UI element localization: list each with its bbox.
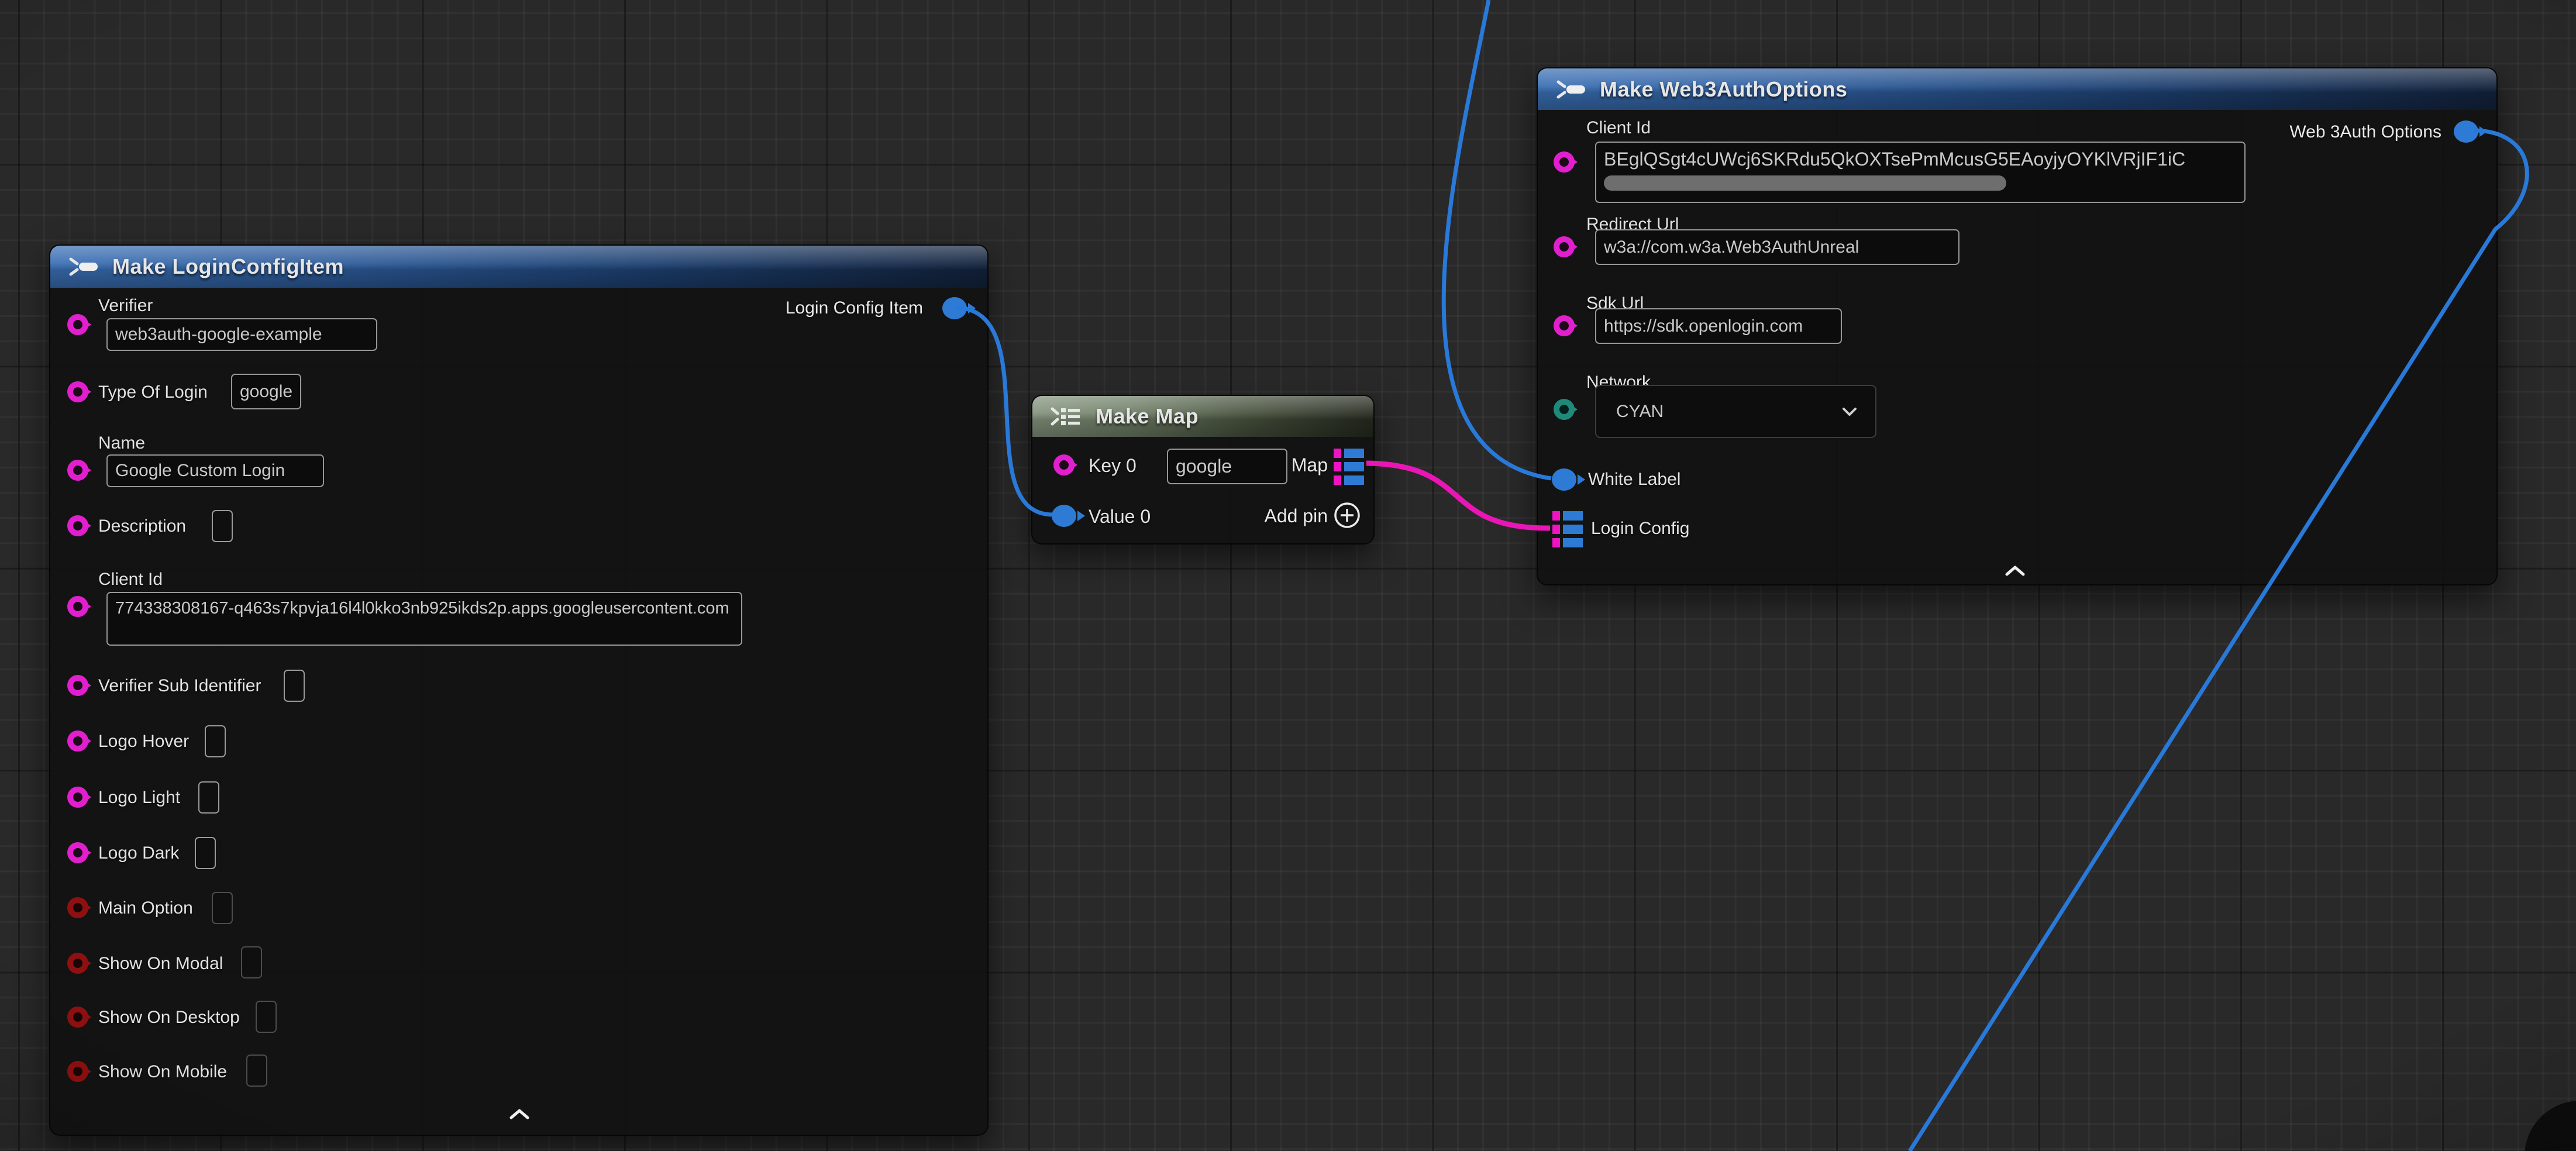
node-header[interactable]: Make LoginConfigItem <box>50 246 987 288</box>
pin-show-on-mobile[interactable] <box>67 1061 88 1082</box>
pin-label-description: Description <box>98 516 186 536</box>
client-id-text: BEglQSgt4cUWcj6SKRdu5QkOXTsePmMcusG5EAoy… <box>1604 149 2237 170</box>
pin-description[interactable] <box>67 515 88 536</box>
node-make-web3auth-options[interactable]: Make Web3AuthOptions Web 3Auth Options C… <box>1537 67 2498 585</box>
pin-client-id[interactable] <box>67 596 88 617</box>
show-on-modal-checkbox[interactable] <box>241 946 262 978</box>
logo-dark-input[interactable] <box>195 837 216 869</box>
pin-label-show-on-mobile: Show On Mobile <box>98 1062 227 1082</box>
node-header[interactable]: Make Web3AuthOptions <box>1538 68 2496 110</box>
main-option-checkbox[interactable] <box>212 892 233 924</box>
pin-verifier-sub-identifier[interactable] <box>67 675 88 696</box>
wire-offscreen-to-white-label <box>1444 0 1551 478</box>
chevron-down-icon <box>1841 406 1858 417</box>
pin-name[interactable] <box>67 460 88 481</box>
redirect-url-input[interactable]: w3a://com.w3a.Web3AuthUnreal <box>1595 229 1959 265</box>
pin-logo-light[interactable] <box>67 787 88 808</box>
sdk-url-input[interactable]: https://sdk.openlogin.com <box>1595 308 1842 344</box>
pin-label-logo-dark: Logo Dark <box>98 843 179 863</box>
verifier-sub-identifier-input[interactable] <box>284 670 305 702</box>
output-pin-web3auth-options[interactable] <box>2454 120 2478 143</box>
pin-label-name: Name <box>98 433 145 453</box>
output-pin-login-config-item[interactable] <box>942 297 967 319</box>
output-pin-label: Map <box>1292 454 1328 476</box>
client-id-input[interactable]: 774338308167-q463s7kpvja16l4l0kko3nb925i… <box>106 592 742 646</box>
wire-map-to-login-config <box>1366 463 1550 528</box>
node-title: Make Map <box>1096 404 1199 429</box>
pin-logo-hover[interactable] <box>67 730 88 752</box>
pin-sdk-url[interactable] <box>1554 315 1575 336</box>
pin-label-logo-hover: Logo Hover <box>98 732 189 752</box>
pin-login-config[interactable] <box>1552 511 1583 547</box>
make-map-icon <box>1049 404 1083 429</box>
collapse-chevron-icon[interactable] <box>508 1108 531 1121</box>
pin-logo-dark[interactable] <box>67 842 88 863</box>
offscreen-node-corner[interactable] <box>2525 1101 2576 1151</box>
make-struct-icon <box>67 254 99 280</box>
pin-label-value-0: Value 0 <box>1089 506 1151 528</box>
node-make-login-config-item[interactable]: Make LoginConfigItem Login Config Item V… <box>49 244 989 1136</box>
collapse-chevron-icon[interactable] <box>2004 564 2026 577</box>
key-0-input[interactable]: google <box>1167 449 1287 484</box>
pin-redirect-url[interactable] <box>1554 236 1575 257</box>
description-input[interactable] <box>212 510 233 542</box>
client-id-scrollbar[interactable] <box>1604 175 2006 191</box>
blueprint-canvas[interactable]: Make LoginConfigItem Login Config Item V… <box>0 0 2576 1151</box>
pin-client-id[interactable] <box>1554 151 1575 173</box>
pin-network[interactable] <box>1554 399 1575 420</box>
verifier-input[interactable]: web3auth-google-example <box>106 318 377 351</box>
logo-hover-input[interactable] <box>205 725 226 757</box>
network-dropdown-value: CYAN <box>1616 402 1664 422</box>
output-pin-label: Web 3Auth Options <box>2289 122 2441 142</box>
node-title: Make Web3AuthOptions <box>1600 77 1847 102</box>
show-on-desktop-checkbox[interactable] <box>256 1001 277 1033</box>
pin-label-client-id: Client Id <box>1586 118 1651 138</box>
pin-verifier[interactable] <box>67 314 88 335</box>
pin-label-login-config: Login Config <box>1591 519 1689 539</box>
network-dropdown[interactable]: CYAN <box>1595 385 1876 438</box>
pin-label-verifier: Verifier <box>98 296 153 316</box>
pin-key-0[interactable] <box>1053 454 1075 475</box>
pin-show-on-desktop[interactable] <box>67 1007 88 1028</box>
logo-light-input[interactable] <box>198 781 219 814</box>
pin-label-client-id: Client Id <box>98 570 163 590</box>
pin-type-of-login[interactable] <box>67 381 88 402</box>
name-input[interactable]: Google Custom Login <box>106 454 324 487</box>
pin-value-0[interactable] <box>1052 505 1076 527</box>
node-title: Make LoginConfigItem <box>112 254 344 279</box>
pin-label-show-on-desktop: Show On Desktop <box>98 1008 240 1028</box>
pin-main-option[interactable] <box>67 897 88 918</box>
type-of-login-input[interactable]: google <box>231 374 301 409</box>
show-on-mobile-checkbox[interactable] <box>246 1054 267 1087</box>
pin-label-main-option: Main Option <box>98 898 193 918</box>
pin-label-logo-light: Logo Light <box>98 788 180 808</box>
make-struct-icon <box>1554 77 1587 102</box>
pin-label-key-0: Key 0 <box>1089 455 1137 477</box>
node-header[interactable]: Make Map <box>1032 396 1373 437</box>
pin-label-verifier-sub-identifier: Verifier Sub Identifier <box>98 676 261 696</box>
output-pin-map[interactable] <box>1334 449 1364 485</box>
pin-show-on-modal[interactable] <box>67 953 88 974</box>
pin-label-show-on-modal: Show On Modal <box>98 954 223 974</box>
pin-label-type-of-login: Type Of Login <box>98 382 208 402</box>
pin-white-label[interactable] <box>1552 468 1576 491</box>
output-pin-label: Login Config Item <box>786 298 923 318</box>
client-id-input[interactable]: BEglQSgt4cUWcj6SKRdu5QkOXTsePmMcusG5EAoy… <box>1595 142 2246 203</box>
pin-label-white-label: White Label <box>1588 470 1680 490</box>
node-make-map[interactable]: Make Map Key 0 google Map Value 0 Add pi… <box>1031 395 1375 545</box>
add-pin-label[interactable]: Add pin <box>1264 505 1328 527</box>
add-pin-button[interactable] <box>1332 501 1362 530</box>
